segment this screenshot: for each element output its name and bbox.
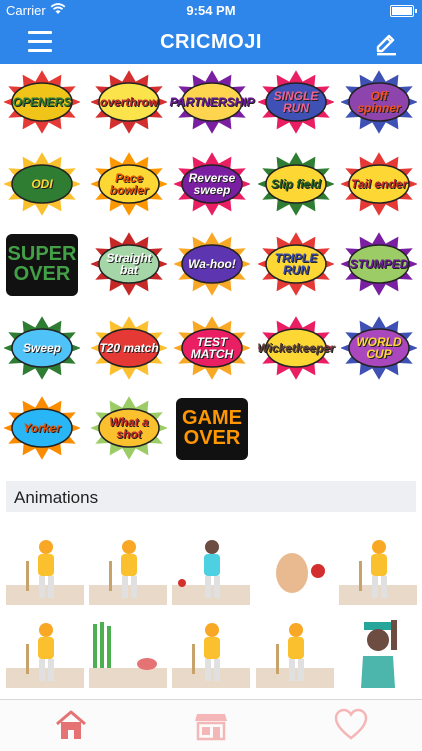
sticker-label: Slip field <box>270 177 321 191</box>
sticker-reverse-sweep[interactable]: Reverse sweep <box>174 150 250 218</box>
battery-icon <box>390 5 417 17</box>
tab-favorites[interactable] <box>333 708 369 742</box>
sticker-slip-field[interactable]: Slip field <box>258 150 334 218</box>
sticker-label: Reverse sweep <box>188 171 236 197</box>
store-icon <box>195 714 227 741</box>
sticker-partnership[interactable]: PARTNERSHIP <box>169 68 255 136</box>
sticker-label: Tail ender <box>350 177 408 191</box>
sticker-label: GAME OVER <box>182 407 242 449</box>
sticker-pace-bowler[interactable]: Pace bowler <box>91 150 167 218</box>
sticker-label: T20 match <box>99 341 159 355</box>
batsman-backfoot-animation[interactable] <box>256 614 334 688</box>
batsman-bowled-animation[interactable] <box>6 531 84 605</box>
home-icon <box>56 710 86 739</box>
sticker-label: SINGLE RUN <box>273 89 319 115</box>
sticker-yorker[interactable]: Yorker <box>4 394 80 462</box>
sticker-single-run[interactable]: SINGLE RUN <box>258 68 334 136</box>
sticker-label: What a shot <box>109 415 149 441</box>
sticker-triple-run[interactable]: TRIPLE RUN <box>258 230 334 298</box>
sticker-overthrow[interactable]: overthrow <box>91 68 167 136</box>
sticker-label: WORLD CUP <box>356 335 402 361</box>
sticker-label: OPENERS <box>12 95 72 109</box>
status-bar: Carrier 9:54 PM <box>0 0 422 20</box>
stumps-broken-animation[interactable] <box>89 614 167 688</box>
tab-home[interactable] <box>53 708 89 742</box>
batsman-raised-bat-animation[interactable] <box>172 614 250 688</box>
tab-bar <box>0 699 422 751</box>
sticker-stumped[interactable]: STUMPED <box>341 230 417 298</box>
sticker-label: PARTNERSHIP <box>169 95 255 109</box>
sticker-what-a-shot[interactable]: What a shot <box>91 394 167 462</box>
sticker-label: STUMPED <box>349 257 409 271</box>
heart-icon <box>334 708 368 740</box>
sticker-super-over[interactable]: SUPER OVER <box>4 230 80 298</box>
sticker-openers[interactable]: OPENERS <box>4 68 80 136</box>
sticker-label: Sweep <box>22 341 61 355</box>
edit-button[interactable] <box>372 28 400 56</box>
sticker-test-match[interactable]: TEST MATCH <box>174 314 250 382</box>
status-time: 9:54 PM <box>186 3 236 18</box>
batsman-drive-animation[interactable] <box>339 531 417 605</box>
sticker-label: ODI <box>31 177 53 191</box>
fielder-catch-animation[interactable] <box>172 531 250 605</box>
sticker-label: TRIPLE RUN <box>274 251 318 277</box>
sticker-straight-bat[interactable]: Straight bat <box>91 230 167 298</box>
sticker-label: Pace bowler <box>109 171 149 197</box>
sticker-label: Wicketkeeper <box>257 341 335 355</box>
animations-section-title: Animations <box>14 488 99 507</box>
batsman-defence-animation[interactable] <box>89 531 167 605</box>
sticker-game-over[interactable]: GAME OVER <box>174 394 250 462</box>
sticker-label: overthrow <box>99 95 158 109</box>
egg-and-ball-animation[interactable] <box>256 531 334 605</box>
sticker-world-cup[interactable]: WORLD CUP <box>341 314 417 382</box>
sticker-label: Straight bat <box>106 251 152 277</box>
sticker-odi[interactable]: ODI <box>4 150 80 218</box>
tab-store[interactable] <box>193 708 229 742</box>
navigation-bar: CRICMOJI <box>0 20 422 64</box>
sticker-wa-hoo[interactable]: Wa-hoo! <box>174 230 250 298</box>
app-title: CRICMOJI <box>160 31 262 53</box>
batsman-stance-animation[interactable] <box>6 614 84 688</box>
sticker-label: Yorker <box>23 421 61 435</box>
umpire-signal-animation[interactable] <box>339 614 417 688</box>
sticker-wicketkeeper[interactable]: Wicketkeeper <box>257 314 335 382</box>
animations-section-header: Animations <box>6 481 416 512</box>
sticker-label: Off spinner <box>357 89 401 115</box>
sticker-off-spinner[interactable]: Off spinner <box>341 68 417 136</box>
sticker-label: TEST MATCH <box>190 335 234 361</box>
sticker-sweep[interactable]: Sweep <box>4 314 80 382</box>
sticker-tail-ender[interactable]: Tail ender <box>341 150 417 218</box>
sticker-t20-match[interactable]: T20 match <box>91 314 167 382</box>
sticker-label: SUPER OVER <box>7 243 77 285</box>
pencil-edit-icon <box>376 34 396 56</box>
sticker-label: Wa-hoo! <box>188 257 236 271</box>
